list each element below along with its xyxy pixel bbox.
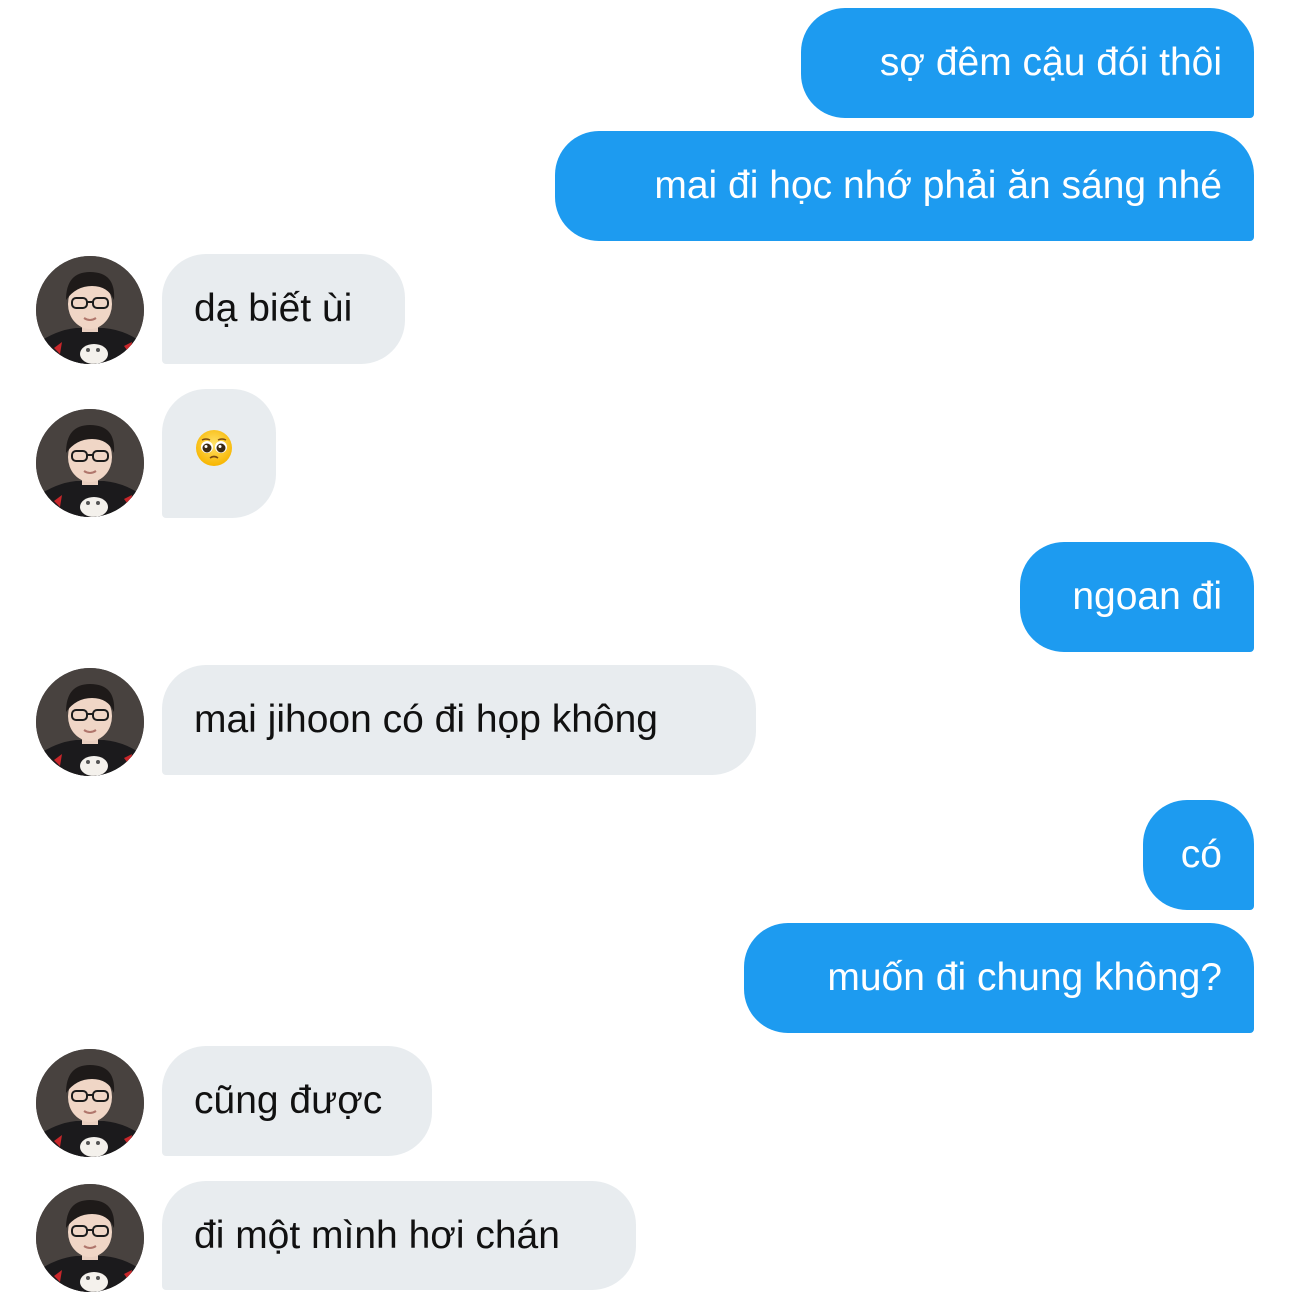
avatar-photo-icon — [36, 668, 144, 776]
pleading-face-emoji-icon — [194, 391, 234, 520]
message-bubble-received[interactable]: dạ biết ùi — [162, 254, 405, 364]
avatar-photo-icon — [36, 409, 144, 517]
avatar-photo-icon — [36, 1184, 144, 1292]
message-bubble-sent[interactable]: có — [1143, 800, 1254, 910]
message-bubble-received[interactable]: đi một mình hơi chán — [162, 1181, 636, 1290]
avatar[interactable] — [36, 409, 144, 517]
message-bubble-sent[interactable]: sợ đêm cậu đói thôi — [801, 8, 1254, 118]
avatar-photo-icon — [36, 256, 144, 364]
message-bubble-sent[interactable]: mai đi học nhớ phải ăn sáng nhé — [555, 131, 1254, 241]
avatar[interactable] — [36, 1184, 144, 1292]
avatar-photo-icon — [36, 1049, 144, 1157]
avatar[interactable] — [36, 668, 144, 776]
message-bubble-received[interactable] — [162, 389, 276, 518]
message-bubble-sent[interactable]: muốn đi chung không? — [744, 923, 1254, 1033]
message-bubble-received[interactable]: mai jihoon có đi họp không — [162, 665, 756, 775]
message-bubble-received[interactable]: cũng được — [162, 1046, 432, 1156]
conversation-thread: sợ đêm cậu đói thôi mai đi học nhớ phải … — [0, 0, 1290, 1292]
avatar[interactable] — [36, 1049, 144, 1157]
message-bubble-sent[interactable]: ngoan đi — [1020, 542, 1254, 652]
avatar[interactable] — [36, 256, 144, 364]
